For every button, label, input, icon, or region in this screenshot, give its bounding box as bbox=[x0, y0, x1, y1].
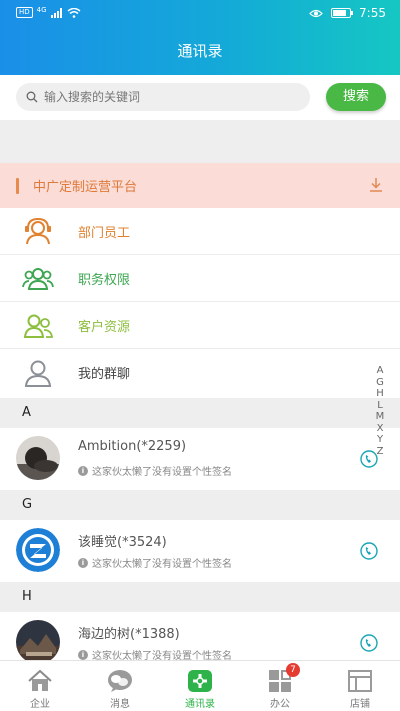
wifi-icon bbox=[67, 7, 81, 18]
phone-icon[interactable] bbox=[360, 542, 378, 560]
search-icon bbox=[26, 91, 38, 103]
menu-label-my-group-chat: 我的群聊 bbox=[78, 367, 131, 382]
spacer bbox=[0, 120, 400, 163]
index-letter[interactable]: L bbox=[377, 400, 383, 412]
menu-item-customer-resource[interactable]: 客户资源 bbox=[0, 302, 400, 349]
section-header-h: H bbox=[0, 582, 400, 612]
contact-signature: i 这家伙太懒了没有设置个性签名 bbox=[78, 463, 232, 478]
home-icon bbox=[28, 669, 52, 691]
index-letter[interactable]: X bbox=[377, 423, 384, 435]
tab-label: 办公 bbox=[270, 699, 290, 710]
info-icon: i bbox=[78, 649, 88, 660]
index-letter[interactable]: H bbox=[376, 388, 384, 400]
signal-icon bbox=[50, 7, 62, 18]
battery-icon bbox=[331, 8, 354, 18]
tab-label: 企业 bbox=[30, 699, 50, 710]
department-staff-icon bbox=[25, 217, 51, 245]
tab-label: 消息 bbox=[110, 699, 130, 710]
job-permission-icon bbox=[22, 268, 54, 290]
index-letter[interactable]: M bbox=[376, 411, 385, 423]
menu-label-customer-resource: 客户资源 bbox=[78, 319, 131, 335]
tab-messages[interactable]: 消息 bbox=[80, 661, 160, 711]
tab-label: 店铺 bbox=[350, 699, 370, 710]
index-letter[interactable]: Y bbox=[377, 434, 383, 446]
contact-name: 该睡觉(*3524) bbox=[78, 535, 167, 550]
menu-item-my-group-chat[interactable]: 我的群聊 bbox=[0, 349, 400, 396]
menu-label-department-staff: 部门员工 bbox=[78, 225, 131, 241]
contact-row[interactable]: 该睡觉(*3524) i 这家伙太懒了没有设置个性签名 bbox=[0, 520, 400, 582]
phone-icon[interactable] bbox=[360, 634, 378, 652]
menu-item-department-staff[interactable]: 部门员工 bbox=[0, 208, 400, 255]
alphabet-index[interactable]: A G H L M X Y Z bbox=[372, 365, 388, 457]
search-input[interactable] bbox=[44, 90, 284, 104]
index-letter[interactable]: Z bbox=[377, 446, 384, 458]
status-bar: HD 4G 7:55 bbox=[0, 0, 400, 28]
app-header: HD 4G 7:55 通讯录 bbox=[0, 0, 400, 75]
info-icon: i bbox=[78, 465, 88, 476]
store-icon bbox=[348, 670, 372, 692]
contact-name: 海边的树(*1388) bbox=[78, 627, 180, 642]
index-letter[interactable]: A bbox=[377, 365, 384, 377]
tab-contacts[interactable]: 通讯录 bbox=[160, 661, 240, 711]
contact-row[interactable]: Ambition(*2259) i 这家伙太懒了没有设置个性签名 bbox=[0, 428, 400, 490]
status-time: 7:55 bbox=[359, 6, 386, 20]
index-letter[interactable]: G bbox=[376, 377, 384, 389]
notification-badge: 7 bbox=[286, 663, 300, 677]
info-icon: i bbox=[78, 557, 88, 568]
customer-resource-icon bbox=[23, 314, 54, 338]
hd-indicator: HD bbox=[16, 7, 33, 18]
avatar bbox=[16, 528, 60, 572]
avatar bbox=[16, 436, 60, 480]
avatar bbox=[16, 620, 60, 664]
signature-text: 这家伙太懒了没有设置个性签名 bbox=[92, 559, 232, 570]
menu-label-job-permission: 职务权限 bbox=[78, 272, 131, 288]
tab-label: 通讯录 bbox=[185, 699, 215, 710]
contact-signature: i 这家伙太懒了没有设置个性签名 bbox=[78, 555, 232, 570]
tab-enterprise[interactable]: 企业 bbox=[0, 661, 80, 711]
contact-name: Ambition(*2259) bbox=[78, 439, 187, 454]
search-box[interactable] bbox=[16, 83, 310, 111]
contacts-icon bbox=[188, 670, 212, 692]
menu-item-job-permission[interactable]: 职务权限 bbox=[0, 255, 400, 302]
section-header-g: G bbox=[0, 490, 400, 520]
chat-icon bbox=[108, 670, 132, 692]
my-group-chat-icon bbox=[24, 360, 52, 387]
organization-bar[interactable]: 中广定制运营平台 bbox=[0, 163, 400, 208]
eye-comfort-icon bbox=[309, 9, 323, 17]
tab-office[interactable]: 7 办公 bbox=[240, 661, 320, 711]
page-title: 通讯录 bbox=[177, 42, 223, 60]
section-header-a: A bbox=[0, 398, 400, 428]
bottom-tab-bar: 企业 消息 通讯录 7 办公 店铺 bbox=[0, 660, 400, 711]
download-icon[interactable] bbox=[368, 177, 384, 193]
organization-name: 中广定制运营平台 bbox=[33, 180, 138, 195]
signature-text: 这家伙太懒了没有设置个性签名 bbox=[92, 467, 232, 478]
search-button[interactable]: 搜索 bbox=[326, 83, 386, 111]
network-type: 4G bbox=[36, 5, 47, 14]
tab-store[interactable]: 店铺 bbox=[320, 661, 400, 711]
organization-marker bbox=[16, 177, 19, 194]
